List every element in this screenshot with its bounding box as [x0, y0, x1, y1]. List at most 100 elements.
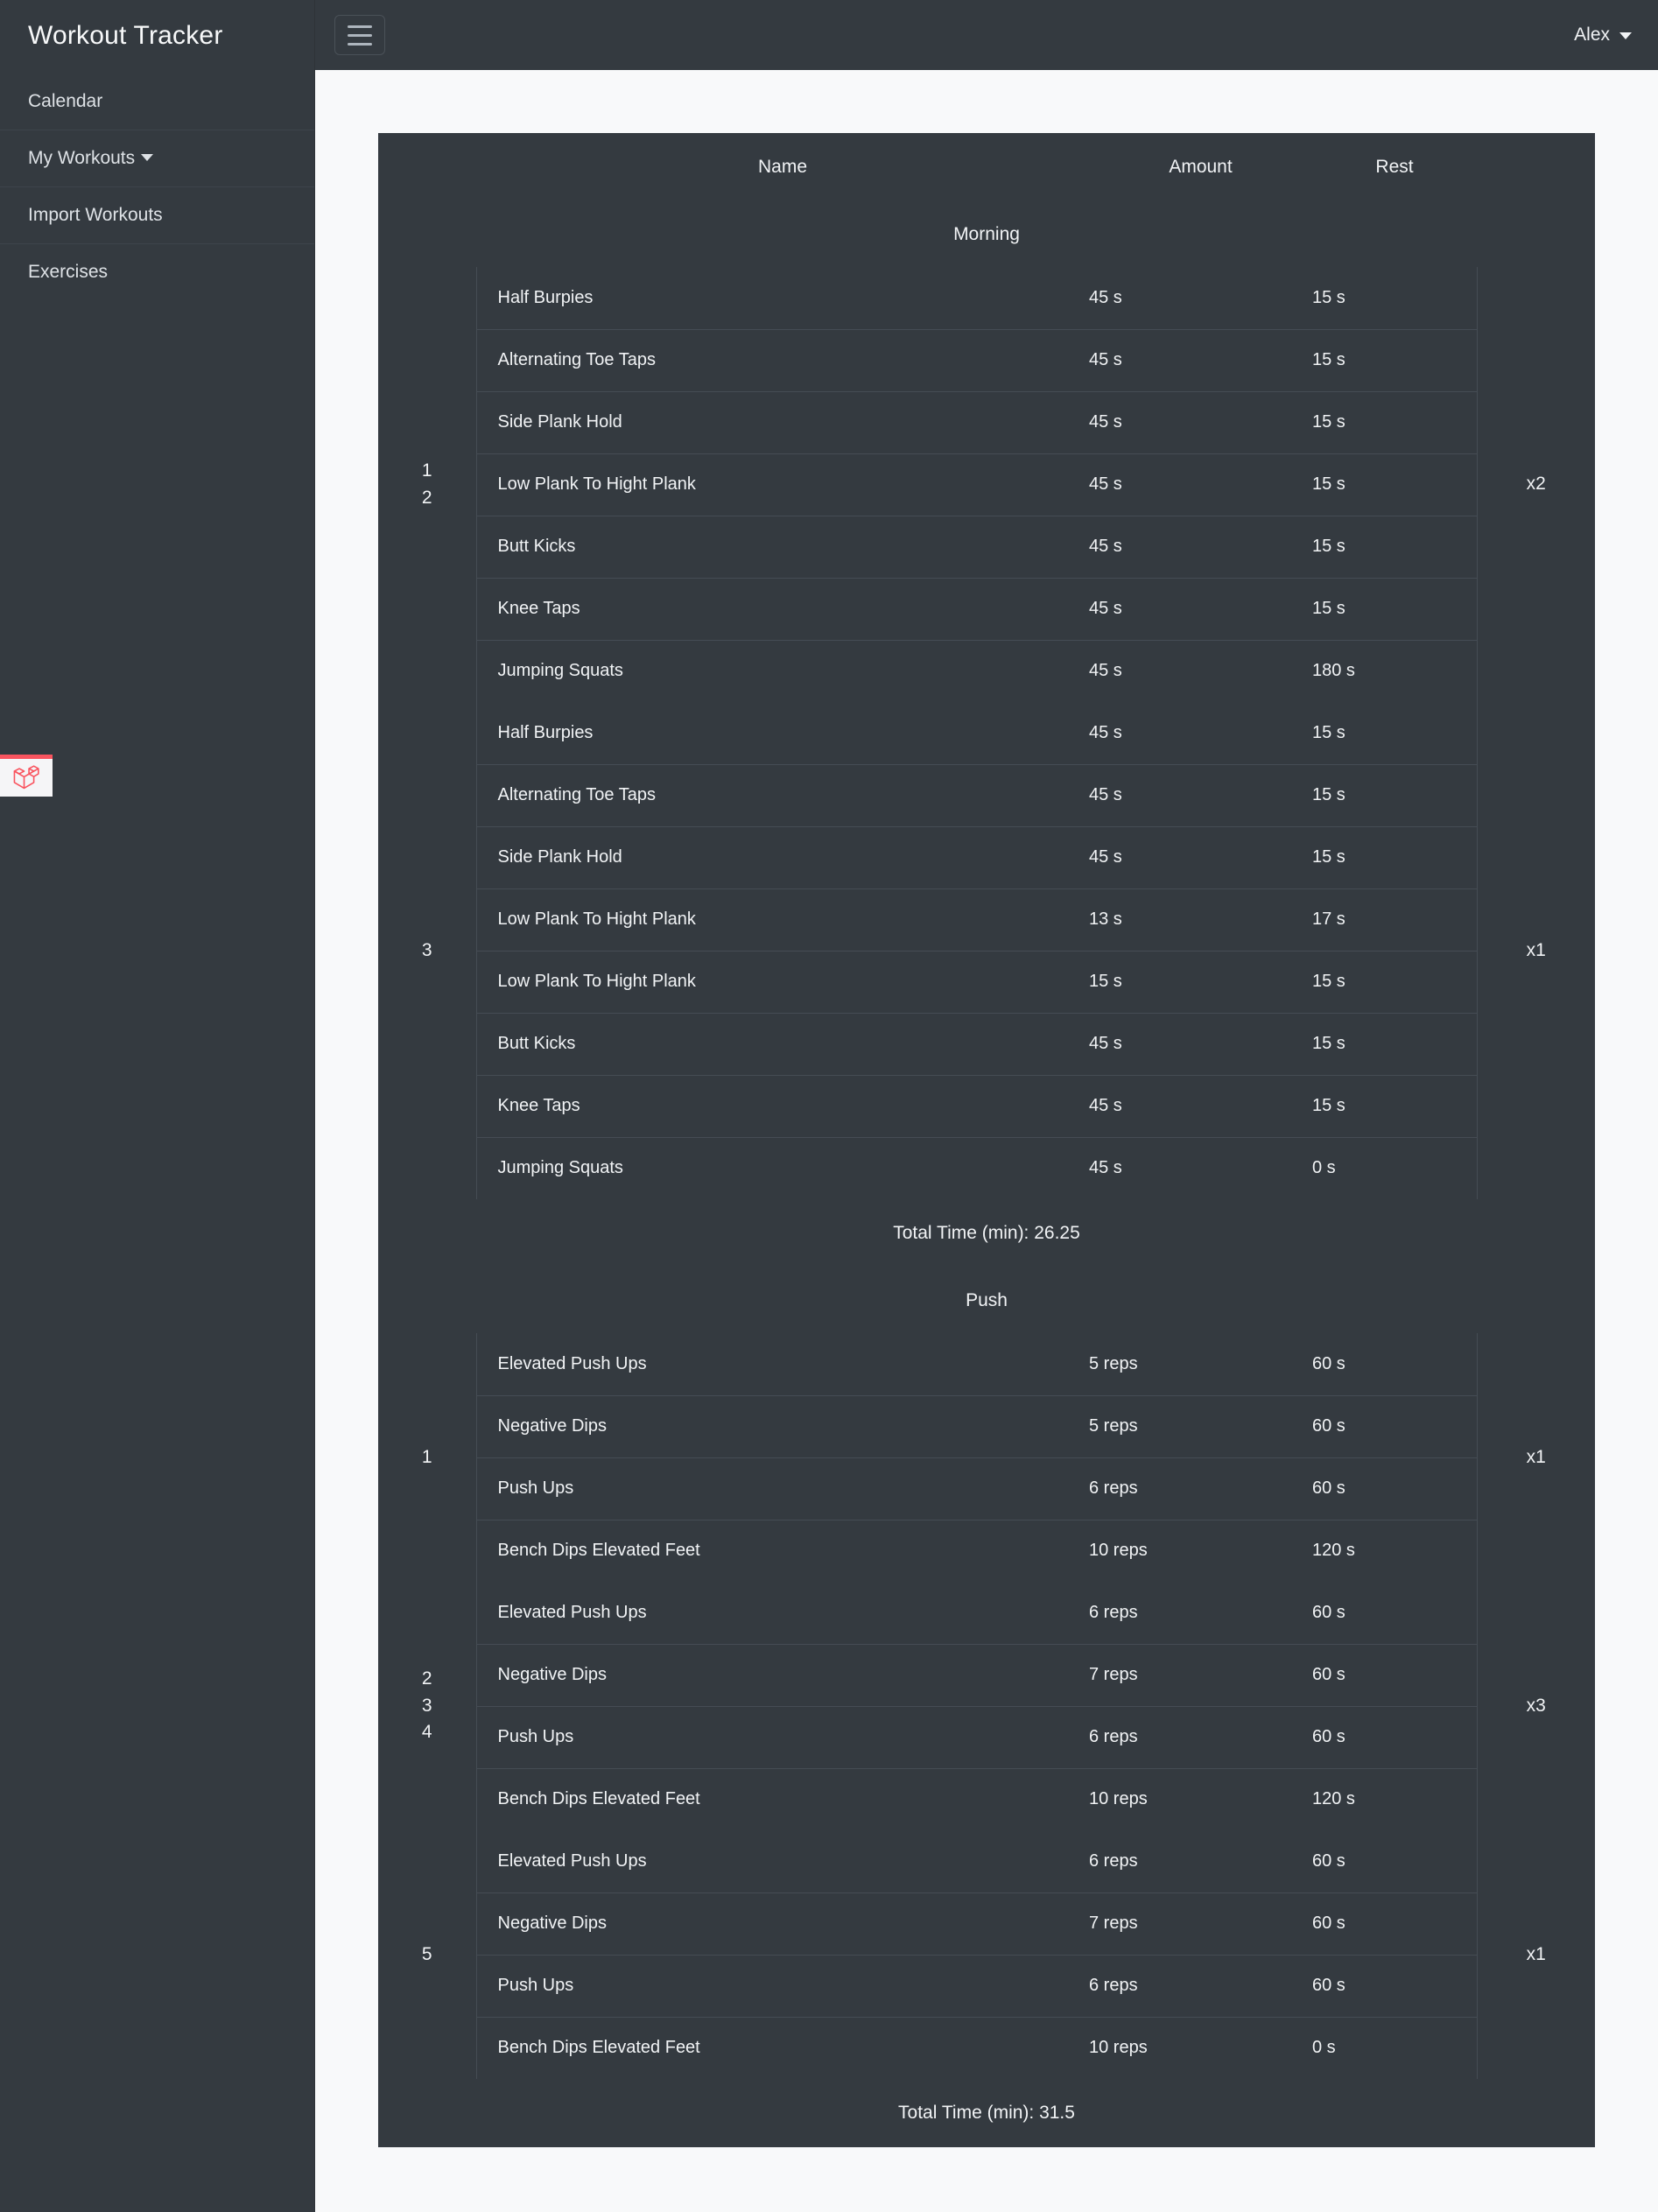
- table-row[interactable]: Knee Taps 45 s 15 s: [378, 577, 1595, 640]
- table-row[interactable]: Bench Dips Elevated Feet 10 reps 0 s: [378, 2016, 1595, 2079]
- set-number: 2: [421, 487, 432, 508]
- user-menu-label: Alex: [1574, 25, 1610, 45]
- laravel-logo-badge[interactable]: [0, 755, 53, 797]
- exercise-rest: 0 s: [1312, 2016, 1478, 2079]
- exercise-name: Low Plank To Hight Plank: [475, 950, 1089, 1013]
- section-total-label: Total Time (min): 26.25: [378, 1199, 1595, 1268]
- table-row[interactable]: 1 Elevated Push Ups 5 reps 60 s x1: [378, 1333, 1595, 1467]
- exercise-amount: 45 s: [1089, 453, 1312, 516]
- exercise-amount: 6 reps: [1089, 1602, 1138, 1622]
- exercise-amount: 45 s: [1089, 390, 1312, 453]
- set-numbers-cell: 2 3 4: [378, 1582, 476, 1830]
- table-row[interactable]: Side Plank Hold 45 s 15 s: [378, 825, 1595, 888]
- exercise-name: Negative Dips: [475, 1394, 1089, 1457]
- column-header-name: Name: [476, 133, 1089, 201]
- table-row[interactable]: Butt Kicks 45 s 15 s: [378, 515, 1595, 578]
- table-row[interactable]: 1 2 Half Burpies 45 s 15 s x2: [378, 267, 1595, 508]
- table-row[interactable]: Jumping Squats 45 s 180 s: [378, 639, 1595, 702]
- exercise-rest: 60 s: [1312, 1830, 1478, 1892]
- exercise-amount: 45 s: [1089, 515, 1312, 578]
- table-row[interactable]: Low Plank To Hight Plank 45 s 15 s: [378, 453, 1595, 516]
- hamburger-bar: [348, 33, 372, 37]
- workout-table-head: Name Amount Rest: [378, 133, 1595, 201]
- exercise-name: Bench Dips Elevated Feet: [475, 1519, 1089, 1582]
- hamburger-bar: [348, 42, 372, 46]
- section-total-row: Total Time (min): 26.25: [378, 1199, 1595, 1268]
- exercise-amount: 45 s: [1089, 577, 1312, 640]
- table-row[interactable]: Knee Taps 45 s 15 s: [378, 1074, 1595, 1137]
- sidebar-item-my-workouts[interactable]: My Workouts: [0, 130, 314, 186]
- exercise-name: Half Burpies: [475, 267, 1089, 329]
- exercise-name: Bench Dips Elevated Feet: [475, 2016, 1089, 2079]
- exercise-amount: 6 reps: [1089, 1850, 1138, 1871]
- table-row[interactable]: 2 3 4 Elevated Push Ups 6 reps 60 s x3: [378, 1582, 1595, 1742]
- hamburger-icon[interactable]: [334, 15, 385, 55]
- exercise-amount: 5 reps: [1089, 1353, 1138, 1373]
- sidebar: Workout Tracker Calendar My Workouts Imp…: [0, 0, 315, 2212]
- exercise-name: Low Plank To Hight Plank: [475, 453, 1089, 516]
- section-title: Morning: [378, 201, 1595, 267]
- table-row[interactable]: Bench Dips Elevated Feet 10 reps 120 s: [378, 1767, 1595, 1830]
- exercise-name: Push Ups: [475, 1705, 1089, 1768]
- exercise-rest: 15 s: [1312, 702, 1478, 764]
- table-row[interactable]: Alternating Toe Taps 45 s 15 s: [378, 763, 1595, 826]
- set-number: 3: [421, 939, 432, 960]
- exercise-amount: 7 reps: [1089, 1643, 1312, 1706]
- table-row[interactable]: Low Plank To Hight Plank 13 s 17 s: [378, 888, 1595, 951]
- exercise-amount: 15 s: [1089, 950, 1312, 1013]
- sidebar-item-label: Exercises: [28, 262, 109, 282]
- exercise-rest: 15 s: [1312, 267, 1478, 329]
- table-row[interactable]: Push Ups 6 reps 60 s: [378, 1457, 1595, 1520]
- exercise-name: Push Ups: [475, 1457, 1089, 1520]
- exercise-name: Jumping Squats: [475, 639, 1089, 702]
- exercise-rest: 60 s: [1312, 1705, 1478, 1768]
- exercise-rest: 60 s: [1312, 1457, 1478, 1520]
- set-number: 1: [421, 460, 432, 481]
- table-row[interactable]: Negative Dips 5 reps 60 s: [378, 1394, 1595, 1457]
- exercise-amount: 10 reps: [1089, 1519, 1312, 1582]
- user-menu[interactable]: Alex: [1574, 25, 1632, 46]
- section-total-row: Total Time (min): 31.5: [378, 2079, 1595, 2147]
- sidebar-item-exercises[interactable]: Exercises: [0, 243, 314, 300]
- exercise-name: Low Plank To Hight Plank: [475, 888, 1089, 951]
- exercise-amount: 45 s: [1089, 763, 1312, 826]
- exercise-name: Negative Dips: [475, 1892, 1089, 1955]
- table-row[interactable]: Jumping Squats 45 s0 s: [378, 1136, 1595, 1199]
- table-row[interactable]: Negative Dips 7 reps 60 s: [378, 1892, 1595, 1955]
- table-row[interactable]: 3 Half Burpies 45 s 15 s x1: [378, 702, 1595, 960]
- workout-table-body: Morning 1 2 Half Burpies 45 s 15 s x2 Alternati…: [378, 201, 1595, 2147]
- sidebar-nav: Calendar My Workouts Import Workouts Exe…: [0, 74, 314, 300]
- exercise-name: Side Plank Hold: [475, 825, 1089, 888]
- table-row[interactable]: Side Plank Hold 45 s 15 s: [378, 390, 1595, 453]
- group-repeat-count: x1: [1526, 939, 1546, 960]
- exercise-amount: 7 reps: [1089, 1892, 1312, 1955]
- set-number: 2: [421, 1668, 432, 1689]
- table-row[interactable]: Push Ups 6 reps 60 s: [378, 1954, 1595, 2017]
- table-row[interactable]: Low Plank To Hight Plank 15 s 15 s: [378, 950, 1595, 1013]
- exercise-amount: 45 s: [1089, 1074, 1312, 1137]
- table-row[interactable]: Bench Dips Elevated Feet 10 reps 120 s: [378, 1519, 1595, 1582]
- table-row[interactable]: 5 Elevated Push Ups 6 reps 60 s x1: [378, 1830, 1595, 1964]
- sidebar-item-label: My Workouts: [28, 148, 136, 168]
- exercise-name: Butt Kicks: [475, 515, 1089, 578]
- sidebar-item-label: Calendar: [28, 91, 103, 111]
- table-row[interactable]: Butt Kicks 45 s 15 s: [378, 1012, 1595, 1075]
- table-row[interactable]: Negative Dips 7 reps 60 s: [378, 1643, 1595, 1706]
- table-row[interactable]: Push Ups 6 reps 60 s: [378, 1705, 1595, 1768]
- exercise-amount: 45 s: [1089, 639, 1312, 702]
- section-total-label: Total Time (min): 31.5: [378, 2079, 1595, 2147]
- exercise-name: Push Ups: [475, 1954, 1089, 2017]
- table-row[interactable]: Alternating Toe Taps 45 s 15 s: [378, 328, 1595, 391]
- sidebar-item-import-workouts[interactable]: Import Workouts: [0, 186, 314, 243]
- sidebar-item-calendar[interactable]: Calendar: [0, 74, 314, 130]
- set-number: 1: [421, 1446, 432, 1467]
- column-header-amount: Amount: [1089, 133, 1312, 201]
- set-numbers-cell: 1: [378, 1333, 476, 1582]
- exercise-amount: 45 s: [1089, 722, 1122, 742]
- exercise-amount: 10 reps: [1089, 1767, 1312, 1830]
- exercise-rest: 15 s: [1312, 1074, 1478, 1137]
- column-header-rest: Rest: [1312, 133, 1477, 201]
- exercise-rest: 180 s: [1312, 639, 1478, 702]
- workout-table: Name Amount Rest Morning 1 2 Half Burpies 45…: [378, 133, 1595, 2147]
- workout-table-wrapper: Name Amount Rest Morning 1 2 Half Burpies 45…: [378, 133, 1595, 2147]
